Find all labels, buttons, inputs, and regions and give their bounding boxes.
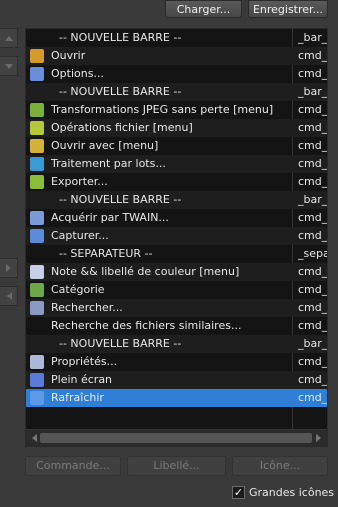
scroll-left-icon[interactable] <box>28 434 37 442</box>
move-up-button[interactable] <box>0 28 18 48</box>
row-code: cmd_ <box>298 283 327 296</box>
row-label: Catégorie <box>51 283 105 296</box>
batch-icon <box>30 157 44 171</box>
row-label: Opérations fichier [menu] <box>51 121 193 134</box>
command-row[interactable]: Exporter... cmd_ <box>26 173 327 191</box>
properties-icon <box>30 355 44 369</box>
row-label: Capturer... <box>51 229 109 242</box>
note-icon <box>30 265 44 279</box>
row-label: Options... <box>51 67 104 80</box>
row-label: Propriétés... <box>51 355 118 368</box>
row-label: Acquérir par TWAIN... <box>51 211 169 224</box>
row-label: Rechercher... <box>51 301 123 314</box>
row-code: _bar_ <box>298 31 327 44</box>
row-label: Transformations JPEG sans perte [menu] <box>51 103 274 116</box>
label-button[interactable]: Libellé... <box>127 456 226 476</box>
command-row[interactable]: Acquérir par TWAIN... cmd_ <box>26 209 327 227</box>
command-row[interactable]: Transformations JPEG sans perte [menu] cm… <box>26 101 327 119</box>
open-icon <box>30 49 44 63</box>
row-label: -- NOUVELLE BARRE -- <box>59 31 182 44</box>
row-code: cmd_ <box>298 355 327 368</box>
row-code: cmd_ <box>298 103 327 116</box>
separator-row[interactable]: -- SEPARATEUR -- _sepa <box>26 245 327 263</box>
scroll-right-icon[interactable] <box>316 434 325 442</box>
row-code: cmd_ <box>298 175 327 188</box>
separator-row[interactable]: -- NOUVELLE BARRE -- _bar_ <box>26 335 327 353</box>
refresh-icon <box>30 391 44 405</box>
row-label: Note && libellé de couleur [menu] <box>51 265 240 278</box>
move-right-button[interactable] <box>0 258 18 278</box>
row-label: -- NOUVELLE BARRE -- <box>59 193 182 206</box>
command-row[interactable]: Capturer... cmd_ <box>26 227 327 245</box>
row-code: _bar_ <box>298 85 327 98</box>
row-label: Traitement par lots... <box>51 157 166 170</box>
row-label: Recherche des fichiers similaires... <box>51 319 242 332</box>
command-row[interactable]: Plein écran cmd_ <box>26 371 327 389</box>
separator-row[interactable]: -- NOUVELLE BARRE -- _bar_ <box>26 83 327 101</box>
command-row[interactable]: Rechercher... cmd_ <box>26 299 327 317</box>
row-code: cmd_ <box>298 301 327 314</box>
export-icon <box>30 175 44 189</box>
command-row[interactable]: Propriétés... cmd_ <box>26 353 327 371</box>
command-row[interactable]: Rafraîchir cmd_ <box>26 389 327 407</box>
row-label: -- SEPARATEUR -- <box>59 247 153 260</box>
command-row[interactable]: Options... cmd_ <box>26 65 327 83</box>
separator-row[interactable]: -- NOUVELLE BARRE -- _bar_ <box>26 191 327 209</box>
fullscreen-icon <box>30 373 44 387</box>
row-code: cmd_ <box>298 67 327 80</box>
move-down-button[interactable] <box>0 56 18 76</box>
load-button[interactable]: Charger... <box>165 0 242 18</box>
row-label: Ouvrir <box>51 49 86 62</box>
category-icon <box>30 283 44 297</box>
open-with-icon <box>30 139 44 153</box>
row-code: cmd_ <box>298 211 327 224</box>
gear-icon <box>30 67 44 81</box>
horizontal-scrollbar[interactable] <box>26 429 327 446</box>
camera-icon <box>30 229 44 243</box>
toolbar-commands-list[interactable]: -- NOUVELLE BARRE -- _bar_ Ouvrir cmd_ Optio… <box>25 28 328 447</box>
row-code: _bar_ <box>298 337 327 350</box>
command-row[interactable]: Recherche des fichiers similaires... cmd_ <box>26 317 327 335</box>
large-icons-label: Grandes icônes <box>249 486 335 499</box>
command-row[interactable]: Catégorie cmd_ <box>26 281 327 299</box>
jpeg-transform-icon <box>30 103 44 117</box>
row-label: Exporter... <box>51 175 108 188</box>
row-code: cmd_ <box>298 139 327 152</box>
command-button[interactable]: Commande... <box>25 456 121 476</box>
row-code: cmd_ <box>298 391 327 404</box>
row-code: cmd_ <box>298 319 327 332</box>
file-operations-icon <box>30 121 44 135</box>
large-icons-checkbox[interactable]: ✓ <box>232 486 245 499</box>
command-row[interactable]: Traitement par lots... cmd_ <box>26 155 327 173</box>
row-label: Ouvrir avec [menu] <box>51 139 159 152</box>
row-code: cmd_ <box>298 265 327 278</box>
row-label: -- NOUVELLE BARRE -- <box>59 85 182 98</box>
row-code: _sepa <box>298 247 327 260</box>
row-code: _bar_ <box>298 193 327 206</box>
row-code: cmd_ <box>298 121 327 134</box>
scanner-icon <box>30 211 44 225</box>
row-code: cmd_ <box>298 49 327 62</box>
row-code: cmd_ <box>298 229 327 242</box>
save-button[interactable]: Enregistrer... <box>248 0 328 18</box>
row-label: -- NOUVELLE BARRE -- <box>59 337 182 350</box>
binoculars-icon <box>30 301 44 315</box>
row-label: Plein écran <box>51 373 113 386</box>
move-left-button[interactable] <box>0 286 18 306</box>
command-row[interactable]: Ouvrir cmd_ <box>26 47 327 65</box>
command-row[interactable]: Opérations fichier [menu] cmd_ <box>26 119 327 137</box>
command-row[interactable]: Note && libellé de couleur [menu] cmd_ <box>26 263 327 281</box>
command-row[interactable]: Ouvrir avec [menu] cmd_ <box>26 137 327 155</box>
scrollbar-thumb[interactable] <box>40 433 312 443</box>
row-code: cmd_ <box>298 373 327 386</box>
row-label: Rafraîchir <box>51 391 104 404</box>
row-code: cmd_ <box>298 157 327 170</box>
icon-button[interactable]: Icône... <box>232 456 328 476</box>
separator-row[interactable]: -- NOUVELLE BARRE -- _bar_ <box>26 29 327 47</box>
